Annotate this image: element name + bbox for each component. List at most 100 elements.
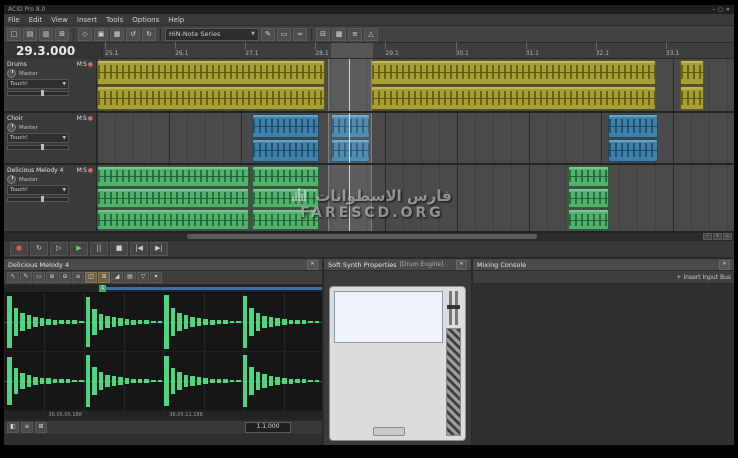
arm-record-button[interactable]: ● (88, 167, 93, 174)
draw-tool-icon[interactable]: ✎ (20, 272, 32, 283)
volume-knob[interactable] (7, 69, 16, 78)
track-volume-slider[interactable] (7, 145, 69, 150)
audio-clip[interactable] (371, 60, 656, 85)
track-fx-dropdown[interactable]: Touch!▼ (7, 79, 69, 89)
time-display[interactable]: 29.3.000 (4, 43, 103, 59)
go-to-end-button[interactable]: ▶| (150, 242, 168, 256)
close-icon[interactable]: ✕ (719, 260, 730, 270)
menu-item-insert[interactable]: Insert (77, 16, 97, 24)
audio-clip[interactable] (97, 188, 249, 209)
volume-knob[interactable] (7, 175, 16, 184)
snap-icon[interactable]: ⊟ (316, 28, 330, 41)
track-volume-slider[interactable] (7, 91, 69, 96)
audio-clip[interactable] (252, 188, 318, 209)
erase-tool-icon[interactable]: ▭ (277, 28, 291, 41)
menu-item-help[interactable]: Help (168, 16, 184, 24)
play-from-start-button[interactable]: ▷ (50, 242, 68, 256)
zoom-in-icon[interactable]: ⊕ (46, 272, 58, 283)
arm-record-button[interactable]: ● (88, 61, 93, 68)
track-header[interactable]: ChoirMS●MasterTouch!▼ (4, 113, 97, 163)
erase-tool-icon[interactable]: ▭ (33, 272, 45, 283)
audio-clip[interactable] (252, 209, 318, 230)
audio-clip[interactable] (97, 209, 249, 230)
menu-item-options[interactable]: Options (132, 16, 159, 24)
mute-button[interactable]: M (77, 115, 82, 122)
loop-region-bar[interactable] (99, 287, 322, 290)
audio-clip[interactable] (252, 139, 318, 163)
undo-icon[interactable]: ↺ (126, 28, 140, 41)
snap-icon[interactable]: ⊞ (98, 272, 110, 283)
grid-icon[interactable]: ▩ (332, 28, 346, 41)
insert-input-bus-button[interactable]: + Insert Input Bus (676, 274, 731, 281)
redo-icon[interactable]: ↻ (142, 28, 156, 41)
audio-clip[interactable] (252, 114, 318, 138)
stop-button[interactable]: ■ (110, 242, 128, 256)
timeline-ruler[interactable]: 25.126.127.128.129.130.131.132.133.1 (103, 43, 734, 59)
paste-icon[interactable]: ▦ (110, 28, 124, 41)
audio-clip[interactable] (97, 60, 325, 85)
fade-icon[interactable]: ◢ (111, 272, 123, 283)
solo-button[interactable]: S (83, 115, 87, 122)
marker-flag[interactable]: 1 (99, 285, 106, 292)
bus-assignment[interactable]: Master (7, 175, 93, 184)
audio-clip[interactable] (568, 209, 609, 230)
arm-record-button[interactable]: ● (88, 115, 93, 122)
track-header[interactable]: DrumsMS●MasterTouch!▼ (4, 59, 97, 111)
waveform-view[interactable]: 1 36.05.05.18836.05.11.188 (4, 285, 322, 420)
zoom-button-0[interactable]: − (703, 233, 712, 240)
menu-item-file[interactable]: File (8, 16, 20, 24)
soft-synth-titlebar[interactable]: Soft Synth Properties [Drum Engine] ✕ (324, 259, 471, 271)
audio-clip[interactable] (252, 166, 318, 187)
record-button[interactable]: ● (10, 242, 28, 256)
channels-icon[interactable]: ▤ (124, 272, 136, 283)
menu-item-tools[interactable]: Tools (106, 16, 123, 24)
menu-item-view[interactable]: View (51, 16, 68, 24)
track-fx-dropdown[interactable]: Touch!▼ (7, 133, 69, 143)
groove-series-combobox[interactable]: HiN-Note Series▼ (165, 28, 259, 41)
open-icon[interactable]: ▤ (23, 28, 37, 41)
zoom-button-1[interactable]: + (713, 233, 722, 240)
selection-tool-icon[interactable]: ↖ (7, 272, 19, 283)
track-header[interactable]: Delicious Melody 4MS●MasterTouch!▼ (4, 165, 97, 231)
menu-item-edit[interactable]: Edit (29, 16, 43, 24)
marker-strip[interactable]: 1 (4, 285, 322, 293)
audio-clip[interactable] (568, 188, 609, 209)
audio-clip[interactable] (568, 166, 609, 187)
copy-icon[interactable]: ▣ (94, 28, 108, 41)
maximize-button[interactable]: ▢ (718, 7, 723, 13)
audio-clip[interactable] (331, 114, 370, 138)
position-readout[interactable]: 1.1.000 (245, 422, 291, 433)
go-to-start-button[interactable]: |◀ (130, 242, 148, 256)
audio-clip[interactable] (331, 139, 370, 163)
audio-clip[interactable] (608, 139, 658, 163)
audio-clip[interactable] (97, 166, 249, 187)
zoom-button-2[interactable]: ▭ (723, 233, 732, 240)
audio-clip[interactable] (680, 86, 704, 111)
normalize-icon[interactable]: ≡ (72, 272, 84, 283)
audio-clip[interactable] (608, 114, 658, 138)
clip-editor-titlebar[interactable]: Delicious Melody 4 ✕ (4, 259, 322, 271)
play-button[interactable]: ▶ (70, 242, 88, 256)
properties-icon[interactable]: ⊞ (55, 28, 69, 41)
mod-slider[interactable] (455, 291, 458, 325)
solo-button[interactable]: S (83, 167, 87, 174)
minimize-button[interactable]: – (713, 7, 716, 13)
metronome-icon[interactable]: △ (364, 28, 378, 41)
pause-button[interactable]: || (90, 242, 108, 256)
audio-clip[interactable] (97, 86, 325, 111)
audio-clip[interactable] (371, 86, 656, 111)
pitch-slider[interactable] (449, 291, 452, 325)
volume-knob[interactable] (7, 123, 16, 132)
close-button[interactable]: ✕ (726, 7, 730, 13)
scrollbar-thumb[interactable] (187, 234, 537, 239)
mute-button[interactable]: M (77, 61, 82, 68)
loop-region-icon[interactable]: ◫ (85, 272, 97, 283)
cut-icon[interactable]: ◇ (78, 28, 92, 41)
close-icon[interactable]: ✕ (307, 260, 318, 270)
bus-assignment[interactable]: Master (7, 69, 93, 78)
save-icon[interactable]: ▥ (39, 28, 53, 41)
mute-button[interactable]: M (77, 167, 82, 174)
mixer-icon[interactable]: ≡ (348, 28, 362, 41)
more-options-icon[interactable]: ▾ (150, 272, 162, 283)
track-fx-dropdown[interactable]: Touch!▼ (7, 185, 69, 195)
